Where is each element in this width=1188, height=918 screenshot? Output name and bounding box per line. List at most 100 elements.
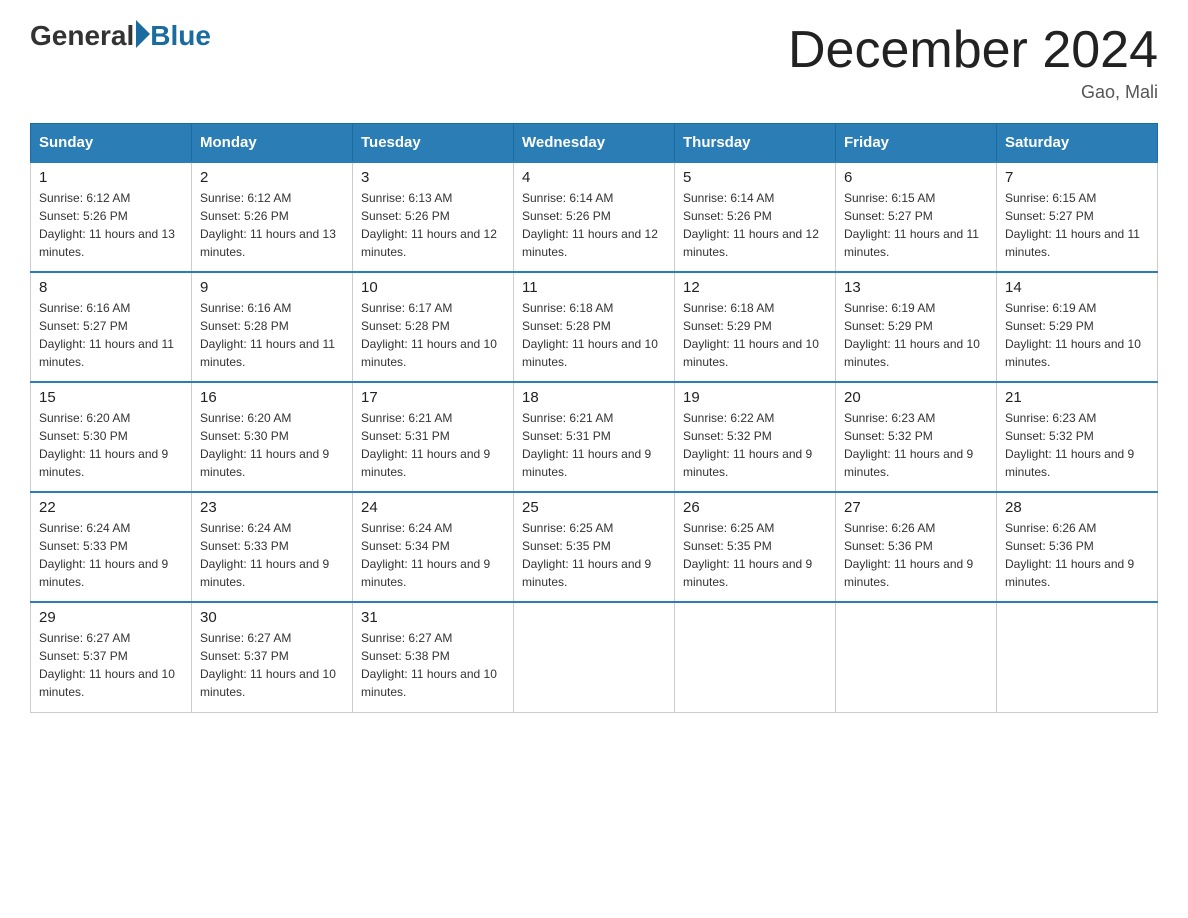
- table-row: 18 Sunrise: 6:21 AMSunset: 5:31 PMDaylig…: [514, 382, 675, 492]
- day-info: Sunrise: 6:22 AMSunset: 5:32 PMDaylight:…: [683, 409, 827, 481]
- day-info: Sunrise: 6:24 AMSunset: 5:33 PMDaylight:…: [39, 519, 183, 591]
- day-number: 9: [200, 279, 344, 296]
- day-number: 6: [844, 169, 988, 186]
- table-row: 15 Sunrise: 6:20 AMSunset: 5:30 PMDaylig…: [31, 382, 192, 492]
- table-row: 17 Sunrise: 6:21 AMSunset: 5:31 PMDaylig…: [353, 382, 514, 492]
- table-row: 28 Sunrise: 6:26 AMSunset: 5:36 PMDaylig…: [997, 492, 1158, 602]
- day-number: 30: [200, 609, 344, 626]
- logo: General Blue: [30, 20, 211, 52]
- day-info: Sunrise: 6:27 AMSunset: 5:37 PMDaylight:…: [39, 629, 183, 701]
- day-info: Sunrise: 6:24 AMSunset: 5:34 PMDaylight:…: [361, 519, 505, 591]
- day-info: Sunrise: 6:16 AMSunset: 5:28 PMDaylight:…: [200, 299, 344, 371]
- day-info: Sunrise: 6:19 AMSunset: 5:29 PMDaylight:…: [844, 299, 988, 371]
- table-row: [514, 602, 675, 712]
- col-thursday: Thursday: [675, 124, 836, 163]
- day-info: Sunrise: 6:21 AMSunset: 5:31 PMDaylight:…: [361, 409, 505, 481]
- day-number: 5: [683, 169, 827, 186]
- day-number: 23: [200, 499, 344, 516]
- table-row: 11 Sunrise: 6:18 AMSunset: 5:28 PMDaylig…: [514, 272, 675, 382]
- day-info: Sunrise: 6:13 AMSunset: 5:26 PMDaylight:…: [361, 189, 505, 261]
- day-info: Sunrise: 6:15 AMSunset: 5:27 PMDaylight:…: [844, 189, 988, 261]
- col-monday: Monday: [192, 124, 353, 163]
- table-row: 12 Sunrise: 6:18 AMSunset: 5:29 PMDaylig…: [675, 272, 836, 382]
- table-row: 16 Sunrise: 6:20 AMSunset: 5:30 PMDaylig…: [192, 382, 353, 492]
- day-number: 3: [361, 169, 505, 186]
- day-number: 15: [39, 389, 183, 406]
- col-friday: Friday: [836, 124, 997, 163]
- table-row: 29 Sunrise: 6:27 AMSunset: 5:37 PMDaylig…: [31, 602, 192, 712]
- day-number: 24: [361, 499, 505, 516]
- col-tuesday: Tuesday: [353, 124, 514, 163]
- table-row: [836, 602, 997, 712]
- day-info: Sunrise: 6:20 AMSunset: 5:30 PMDaylight:…: [39, 409, 183, 481]
- day-info: Sunrise: 6:19 AMSunset: 5:29 PMDaylight:…: [1005, 299, 1149, 371]
- calendar-week-1: 1 Sunrise: 6:12 AMSunset: 5:26 PMDayligh…: [31, 162, 1158, 272]
- day-number: 1: [39, 169, 183, 186]
- day-info: Sunrise: 6:12 AMSunset: 5:26 PMDaylight:…: [200, 189, 344, 261]
- table-row: 23 Sunrise: 6:24 AMSunset: 5:33 PMDaylig…: [192, 492, 353, 602]
- logo-arrow-icon: [136, 20, 150, 48]
- day-number: 14: [1005, 279, 1149, 296]
- calendar-week-2: 8 Sunrise: 6:16 AMSunset: 5:27 PMDayligh…: [31, 272, 1158, 382]
- table-row: 9 Sunrise: 6:16 AMSunset: 5:28 PMDayligh…: [192, 272, 353, 382]
- calendar-table: Sunday Monday Tuesday Wednesday Thursday…: [30, 123, 1158, 713]
- day-number: 31: [361, 609, 505, 626]
- day-number: 19: [683, 389, 827, 406]
- day-number: 7: [1005, 169, 1149, 186]
- days-of-week-row: Sunday Monday Tuesday Wednesday Thursday…: [31, 124, 1158, 163]
- table-row: 1 Sunrise: 6:12 AMSunset: 5:26 PMDayligh…: [31, 162, 192, 272]
- day-number: 17: [361, 389, 505, 406]
- day-number: 18: [522, 389, 666, 406]
- day-info: Sunrise: 6:14 AMSunset: 5:26 PMDaylight:…: [522, 189, 666, 261]
- day-number: 11: [522, 279, 666, 296]
- day-info: Sunrise: 6:14 AMSunset: 5:26 PMDaylight:…: [683, 189, 827, 261]
- table-row: 31 Sunrise: 6:27 AMSunset: 5:38 PMDaylig…: [353, 602, 514, 712]
- day-number: 13: [844, 279, 988, 296]
- day-number: 10: [361, 279, 505, 296]
- day-number: 4: [522, 169, 666, 186]
- day-info: Sunrise: 6:25 AMSunset: 5:35 PMDaylight:…: [522, 519, 666, 591]
- logo-blue-part: Blue: [134, 20, 211, 52]
- calendar-header: Sunday Monday Tuesday Wednesday Thursday…: [31, 124, 1158, 163]
- col-saturday: Saturday: [997, 124, 1158, 163]
- month-title: December 2024: [788, 20, 1158, 80]
- title-section: December 2024 Gao, Mali: [788, 20, 1158, 103]
- calendar-week-3: 15 Sunrise: 6:20 AMSunset: 5:30 PMDaylig…: [31, 382, 1158, 492]
- table-row: 27 Sunrise: 6:26 AMSunset: 5:36 PMDaylig…: [836, 492, 997, 602]
- day-info: Sunrise: 6:18 AMSunset: 5:29 PMDaylight:…: [683, 299, 827, 371]
- table-row: 7 Sunrise: 6:15 AMSunset: 5:27 PMDayligh…: [997, 162, 1158, 272]
- day-info: Sunrise: 6:15 AMSunset: 5:27 PMDaylight:…: [1005, 189, 1149, 261]
- table-row: 5 Sunrise: 6:14 AMSunset: 5:26 PMDayligh…: [675, 162, 836, 272]
- day-info: Sunrise: 6:16 AMSunset: 5:27 PMDaylight:…: [39, 299, 183, 371]
- day-info: Sunrise: 6:20 AMSunset: 5:30 PMDaylight:…: [200, 409, 344, 481]
- table-row: [675, 602, 836, 712]
- table-row: 8 Sunrise: 6:16 AMSunset: 5:27 PMDayligh…: [31, 272, 192, 382]
- table-row: 4 Sunrise: 6:14 AMSunset: 5:26 PMDayligh…: [514, 162, 675, 272]
- day-number: 29: [39, 609, 183, 626]
- col-wednesday: Wednesday: [514, 124, 675, 163]
- table-row: 24 Sunrise: 6:24 AMSunset: 5:34 PMDaylig…: [353, 492, 514, 602]
- day-info: Sunrise: 6:26 AMSunset: 5:36 PMDaylight:…: [1005, 519, 1149, 591]
- logo-general-text: General: [30, 20, 134, 52]
- calendar-week-4: 22 Sunrise: 6:24 AMSunset: 5:33 PMDaylig…: [31, 492, 1158, 602]
- day-number: 26: [683, 499, 827, 516]
- day-info: Sunrise: 6:21 AMSunset: 5:31 PMDaylight:…: [522, 409, 666, 481]
- day-number: 12: [683, 279, 827, 296]
- day-info: Sunrise: 6:27 AMSunset: 5:37 PMDaylight:…: [200, 629, 344, 701]
- col-sunday: Sunday: [31, 124, 192, 163]
- day-info: Sunrise: 6:26 AMSunset: 5:36 PMDaylight:…: [844, 519, 988, 591]
- table-row: 25 Sunrise: 6:25 AMSunset: 5:35 PMDaylig…: [514, 492, 675, 602]
- day-number: 28: [1005, 499, 1149, 516]
- table-row: 13 Sunrise: 6:19 AMSunset: 5:29 PMDaylig…: [836, 272, 997, 382]
- day-info: Sunrise: 6:27 AMSunset: 5:38 PMDaylight:…: [361, 629, 505, 701]
- day-number: 25: [522, 499, 666, 516]
- day-info: Sunrise: 6:23 AMSunset: 5:32 PMDaylight:…: [1005, 409, 1149, 481]
- day-number: 20: [844, 389, 988, 406]
- table-row: 26 Sunrise: 6:25 AMSunset: 5:35 PMDaylig…: [675, 492, 836, 602]
- day-number: 22: [39, 499, 183, 516]
- location-label: Gao, Mali: [788, 82, 1158, 103]
- table-row: 6 Sunrise: 6:15 AMSunset: 5:27 PMDayligh…: [836, 162, 997, 272]
- day-number: 8: [39, 279, 183, 296]
- day-info: Sunrise: 6:23 AMSunset: 5:32 PMDaylight:…: [844, 409, 988, 481]
- logo-blue-text: Blue: [150, 20, 211, 52]
